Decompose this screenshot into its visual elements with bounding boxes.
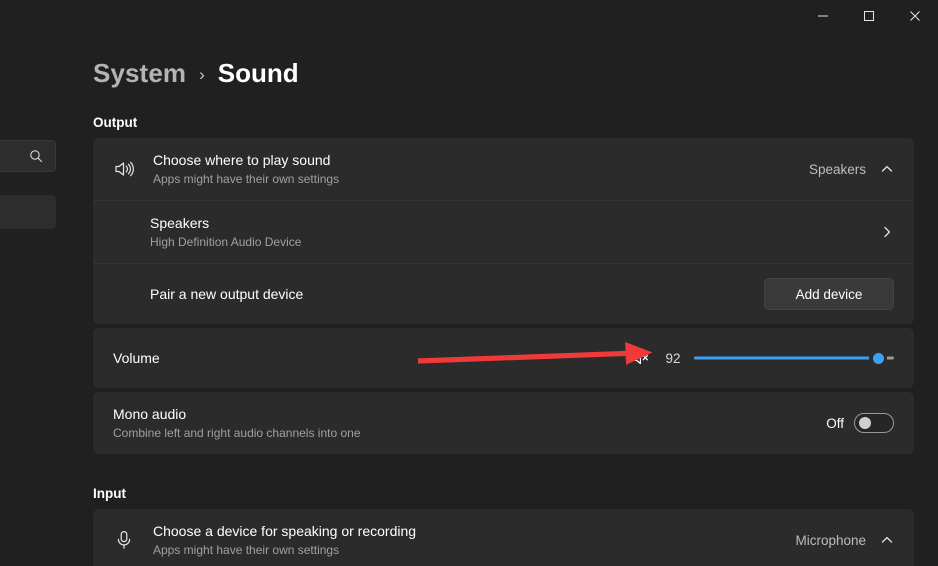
volume-title: Volume — [113, 349, 628, 367]
mono-audio-subtitle: Combine left and right audio channels in… — [113, 425, 826, 441]
mono-audio-toggle-wrap: Off — [826, 413, 894, 433]
mono-audio-toggle[interactable] — [854, 413, 894, 433]
section-header-output: Output — [93, 115, 938, 130]
volume-card: Volume 92 — [93, 328, 914, 388]
speaker-mute-icon[interactable] — [628, 349, 654, 367]
volume-row: Volume 92 — [93, 328, 914, 388]
close-button[interactable] — [892, 0, 938, 32]
speakers-device-right — [880, 225, 894, 239]
mono-audio-title: Mono audio — [113, 405, 826, 423]
speakers-device-title: Speakers — [150, 214, 880, 232]
breadcrumb: System › Sound — [93, 50, 938, 96]
add-device-button[interactable]: Add device — [764, 278, 894, 310]
pair-output-device-title: Pair a new output device — [150, 285, 764, 303]
choose-input-device-subtitle: Apps might have their own settings — [153, 542, 795, 558]
input-device-value: Microphone — [795, 533, 866, 548]
pair-output-device-row: Pair a new output device Add device — [93, 264, 914, 324]
section-header-input: Input — [93, 486, 938, 501]
choose-output-device-right: Speakers — [809, 162, 894, 177]
mono-audio-card: Mono audio Combine left and right audio … — [93, 392, 914, 454]
speakers-device-text: Speakers High Definition Audio Device — [150, 214, 880, 250]
maximize-button[interactable] — [846, 0, 892, 32]
speakers-device-subtitle: High Definition Audio Device — [150, 234, 880, 250]
choose-output-device-text: Choose where to play sound Apps might ha… — [153, 151, 809, 187]
minimize-button[interactable] — [800, 0, 846, 32]
title-bar — [0, 0, 938, 38]
toggle-knob — [859, 417, 871, 429]
main-content: System › Sound Output Choose where to pl… — [0, 38, 938, 566]
input-device-card: Choose a device for speaking or recordin… — [93, 509, 914, 566]
speakers-device-row[interactable]: Speakers High Definition Audio Device — [93, 201, 914, 263]
choose-input-device-right: Microphone — [795, 533, 894, 548]
volume-text: Volume — [113, 349, 628, 367]
chevron-up-icon[interactable] — [880, 533, 894, 547]
microphone-icon — [113, 529, 153, 551]
choose-input-device-title: Choose a device for speaking or recordin… — [153, 522, 795, 540]
output-device-value: Speakers — [809, 162, 866, 177]
choose-output-device-subtitle: Apps might have their own settings — [153, 171, 809, 187]
pair-output-device-text: Pair a new output device — [150, 285, 764, 303]
breadcrumb-parent-link[interactable]: System — [93, 58, 186, 89]
pair-output-device-right: Add device — [764, 278, 894, 310]
mono-audio-row: Mono audio Combine left and right audio … — [93, 392, 914, 454]
speaker-icon — [113, 158, 153, 180]
page-title: Sound — [218, 58, 299, 89]
volume-controls: 92 — [628, 348, 894, 368]
choose-output-device-row[interactable]: Choose where to play sound Apps might ha… — [93, 138, 914, 200]
output-device-card: Choose where to play sound Apps might ha… — [93, 138, 914, 324]
volume-slider-fill — [694, 357, 878, 360]
volume-value: 92 — [658, 351, 688, 366]
volume-slider[interactable] — [694, 348, 894, 368]
settings-window: System › Sound Output Choose where to pl… — [0, 0, 938, 566]
chevron-right-icon[interactable] — [880, 225, 894, 239]
choose-output-device-title: Choose where to play sound — [153, 151, 809, 169]
volume-slider-thumb[interactable] — [869, 349, 887, 367]
mono-audio-state-label: Off — [826, 416, 844, 431]
choose-input-device-text: Choose a device for speaking or recordin… — [153, 522, 795, 558]
chevron-up-icon[interactable] — [880, 162, 894, 176]
chevron-right-icon: › — [199, 62, 205, 85]
choose-input-device-row[interactable]: Choose a device for speaking or recordin… — [93, 509, 914, 566]
mono-audio-text: Mono audio Combine left and right audio … — [113, 405, 826, 441]
mono-audio-right: Off — [826, 413, 894, 433]
